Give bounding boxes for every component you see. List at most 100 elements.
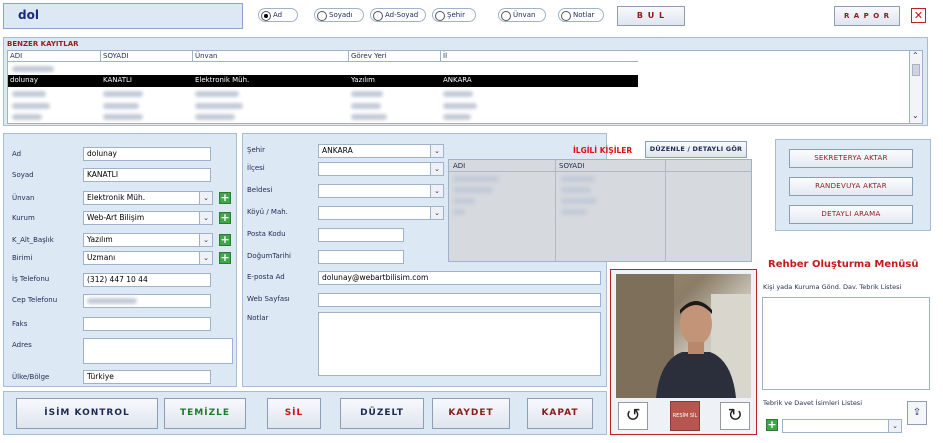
label-kurum: Kurum <box>12 214 35 222</box>
unvan-select[interactable]: Elektronik Müh. ⌄ <box>83 191 213 205</box>
label-notlar: Notlar <box>247 314 269 322</box>
add-k-alt-baslik-icon[interactable]: + <box>219 234 231 246</box>
find-button[interactable]: B U L <box>617 6 685 26</box>
k-alt-baslik-select[interactable]: Yazılım ⌄ <box>83 233 213 247</box>
web-sayfasi-field[interactable] <box>318 293 601 307</box>
radio-unvan[interactable]: Ünvan <box>498 8 546 22</box>
scroll-up-icon[interactable]: ⌃ <box>912 51 919 60</box>
label-unvan: Ünvan <box>12 194 35 202</box>
radio-ad-soyad[interactable]: Ad-Soyad <box>370 8 426 22</box>
edit-button[interactable]: DÜZELT <box>340 398 424 429</box>
chevron-down-icon[interactable]: ⌄ <box>199 192 212 204</box>
person-silhouette-icon <box>616 274 751 398</box>
chevron-down-icon[interactable]: ⌄ <box>199 234 212 246</box>
scroll-thumb[interactable] <box>912 64 920 76</box>
ilcesi-select[interactable]: ⌄ <box>318 162 444 176</box>
related-persons-title: İLGİLİ KİŞİLER <box>573 146 633 155</box>
rotate-right-icon[interactable]: ↻ <box>720 402 750 430</box>
close-icon[interactable]: ✕ <box>911 8 926 23</box>
invite-list[interactable] <box>762 297 930 390</box>
names-list-select[interactable]: ⌄ <box>782 419 902 433</box>
search-input[interactable]: dol <box>18 8 39 22</box>
label-faks: Faks <box>12 320 28 328</box>
share-icon[interactable]: ⇪ <box>907 401 927 425</box>
table-row[interactable] <box>8 101 638 112</box>
table-row-selected[interactable]: dolunay KANATLI Elektronik Müh. Yazılım … <box>8 75 638 87</box>
grid-scrollbar[interactable]: ⌃ ⌄ <box>909 50 923 124</box>
similar-records-grid[interactable]: ADI SOYADI Ünvan Görev Yeri İl dolunay K… <box>7 50 910 124</box>
search-options: Ad Soyadı Ad-Soyad Şehir Ünvan Notlar <box>256 6 604 26</box>
posta-kodu-field[interactable] <box>318 228 404 242</box>
related-persons-grid[interactable]: ADI SOYADI <box>448 159 752 262</box>
ulke-bolge-field[interactable]: Türkiye <box>83 370 211 384</box>
ad-field[interactable]: dolunay <box>83 147 211 161</box>
delete-photo-icon[interactable]: RESİM SİL <box>670 401 700 431</box>
radio-notlar[interactable]: Notlar <box>558 8 604 22</box>
radio-sehir[interactable]: Şehir <box>432 8 476 22</box>
close-button[interactable]: KAPAT <box>527 398 593 429</box>
report-button[interactable]: R A P O R <box>834 6 900 26</box>
chevron-down-icon[interactable]: ⌄ <box>199 252 212 264</box>
label-sehir: Şehir <box>247 146 266 154</box>
table-row[interactable] <box>449 174 751 185</box>
chevron-down-icon[interactable]: ⌄ <box>199 212 212 224</box>
add-name-icon[interactable]: + <box>766 419 778 431</box>
delete-button[interactable]: SİL <box>267 398 321 429</box>
add-birimi-icon[interactable]: + <box>219 252 231 264</box>
label-cep-telefonu: Cep Telefonu <box>12 296 58 304</box>
is-telefonu-field[interactable]: (312) 447 10 44 <box>83 273 211 287</box>
notlar-field[interactable] <box>318 312 601 376</box>
koyu-mah-select[interactable]: ⌄ <box>318 206 444 220</box>
chevron-down-icon[interactable]: ⌄ <box>430 145 443 157</box>
table-row[interactable] <box>449 207 751 218</box>
sehir-select[interactable]: ANKARA ⌄ <box>318 144 444 158</box>
soyad-field[interactable]: KANATLI <box>83 168 211 182</box>
label-koyu-mah: Köyü / Mah. <box>247 208 288 216</box>
photo-panel: ↺ RESİM SİL ↻ <box>610 269 757 435</box>
beldesi-select[interactable]: ⌄ <box>318 184 444 198</box>
search-box[interactable]: dol <box>3 3 243 29</box>
radio-ad[interactable]: Ad <box>258 8 298 22</box>
transfer-to-appointment-button[interactable]: RANDEVUYA AKTAR <box>789 177 913 196</box>
label-soyad: Soyad <box>12 171 34 179</box>
label-ilcesi: İlçesi <box>247 164 265 172</box>
table-row[interactable] <box>449 185 751 196</box>
faks-field[interactable] <box>83 317 211 331</box>
detailed-search-button[interactable]: DETAYLI ARAMA <box>789 205 913 224</box>
chevron-down-icon[interactable]: ⌄ <box>430 207 443 219</box>
add-kurum-icon[interactable]: + <box>219 212 231 224</box>
table-row[interactable] <box>8 112 638 123</box>
label-posta-kodu: Posta Kodu <box>247 230 286 238</box>
label-adres: Adres <box>12 341 32 349</box>
kurum-select[interactable]: Web-Art Bilişim ⌄ <box>83 211 213 225</box>
dogum-tarihi-field[interactable] <box>318 250 404 264</box>
table-row[interactable] <box>8 89 638 100</box>
adres-field[interactable] <box>83 338 233 364</box>
save-button[interactable]: KAYDET <box>432 398 510 429</box>
table-row[interactable] <box>8 64 638 75</box>
actions-panel: SEKRETERYA AKTAR RANDEVUYA AKTAR DETAYLI… <box>775 139 931 231</box>
cep-telefonu-field[interactable] <box>83 294 211 308</box>
edit-detail-button[interactable]: DÜZENLE / DETAYLI GÖR <box>645 141 747 158</box>
grid-header: ADI SOYADI Ünvan Görev Yeri İl <box>8 51 638 62</box>
table-row[interactable] <box>449 196 751 207</box>
label-k-alt-baslik: K_Alt_Başlık <box>12 236 54 244</box>
clear-button[interactable]: TEMİZLE <box>164 398 246 429</box>
chevron-down-icon[interactable]: ⌄ <box>430 163 443 175</box>
scroll-down-icon[interactable]: ⌄ <box>912 111 919 120</box>
bottom-toolbar: İSİM KONTROL TEMİZLE SİL DÜZELT KAYDET K… <box>3 391 607 435</box>
label-birimi: Birimi <box>12 254 33 262</box>
add-unvan-icon[interactable]: + <box>219 192 231 204</box>
transfer-to-secretary-button[interactable]: SEKRETERYA AKTAR <box>789 149 913 168</box>
eposta-field[interactable]: dolunay@webartbilisim.com <box>318 271 601 285</box>
label-beldesi: Beldesi <box>247 186 273 194</box>
chevron-down-icon[interactable]: ⌄ <box>888 420 901 432</box>
birimi-select[interactable]: Uzmanı ⌄ <box>83 251 213 265</box>
label-is-telefonu: İş Telefonu <box>12 275 50 283</box>
rotate-left-icon[interactable]: ↺ <box>618 402 648 430</box>
radio-soyadi[interactable]: Soyadı <box>314 8 364 22</box>
chevron-down-icon[interactable]: ⌄ <box>430 185 443 197</box>
names-list-label: Tebrik ve Davet İsimleri Listesi <box>763 399 863 407</box>
name-check-button[interactable]: İSİM KONTROL <box>16 398 158 429</box>
person-photo <box>616 274 751 398</box>
